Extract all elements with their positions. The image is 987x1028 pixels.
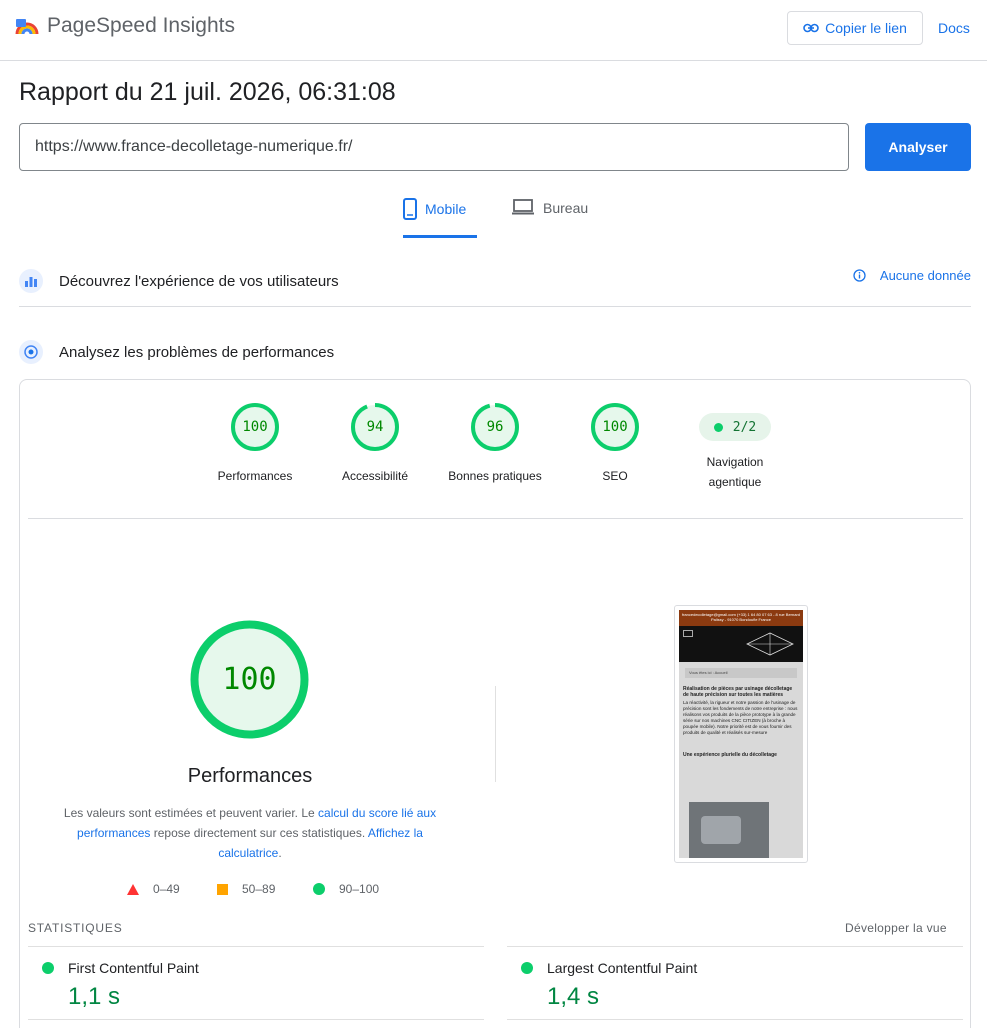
performance-title: Performances (187, 765, 313, 787)
lighthouse-icon (19, 340, 43, 364)
laptop-icon (512, 199, 534, 215)
info-icon (853, 269, 866, 282)
agentic-pill: 2/2 (699, 413, 771, 441)
screenshot-content: Réalisation de pièces par usinage décoll… (679, 678, 803, 758)
tab-mobile[interactable]: Mobile (403, 198, 477, 238)
legend-fail: 0–49 (127, 882, 180, 896)
screenshot-logo-icon (746, 632, 794, 656)
gauge-accessibility-label: Accessibilité (341, 469, 409, 483)
gauge-seo[interactable]: 100 SEO (555, 402, 675, 486)
user-experience-section[interactable]: Découvrez l'expérience de vos utilisateu… (19, 256, 971, 307)
metric-fcp-name: First Contentful Paint (68, 960, 199, 976)
pass-dot-icon (713, 422, 723, 432)
gauge-performance-label: Performances (217, 469, 293, 483)
tab-desktop[interactable]: Bureau (511, 198, 593, 238)
tab-desktop-label: Bureau (543, 200, 589, 216)
legend-average-label: 50–89 (242, 882, 276, 896)
top-bar: PageSpeed Insights Copier le lien Docs (0, 0, 987, 61)
note-text-mid: repose directement sur ces statistiques. (150, 826, 368, 840)
screenshot-contact-bar: francedecolletage@gmail.com (+33) 1 64 8… (679, 610, 803, 626)
crux-icon (19, 269, 43, 293)
metric-fcp: First Contentful Paint 1,1 s (28, 946, 484, 1020)
agentic-label-line1: Navigation (706, 455, 764, 469)
user-experience-title: Découvrez l'expérience de vos utilisateu… (59, 272, 339, 290)
agentic-value: 2/2 (732, 419, 757, 435)
agentic-label: Navigation agentique (675, 452, 795, 492)
screenshot-page: francedecolletage@gmail.com (+33) 1 64 8… (679, 610, 803, 858)
average-square-icon (217, 883, 228, 895)
metric-fcp-value: 1,1 s (68, 983, 121, 1010)
gauge-accessibility-score: 94 (366, 419, 384, 435)
analyze-button[interactable]: Analyser (865, 123, 971, 171)
expand-view-toggle[interactable]: Développer la vue (845, 921, 947, 935)
url-input[interactable] (19, 123, 849, 171)
screenshot-menu-icon (683, 630, 693, 637)
legend-pass-label: 90–100 (339, 882, 380, 896)
no-data-label: Aucune donnée (879, 268, 971, 283)
brand-title[interactable]: PageSpeed Insights (47, 14, 235, 38)
report-title: Rapport du 21 juil. 2026, 06:31:08 (19, 78, 396, 106)
gauge-best-practices-score: 96 (486, 419, 504, 435)
vertical-separator (495, 686, 496, 782)
legend-fail-label: 0–49 (153, 882, 180, 896)
pass-dot-icon (521, 962, 533, 974)
pagespeed-logo-icon[interactable] (14, 14, 40, 40)
note-text-end: . (278, 846, 282, 860)
link-icon (803, 23, 819, 33)
screenshot-body: La réactivité, la rigueur et notre passi… (683, 700, 798, 735)
metric-lcp-value: 1,4 s (547, 983, 600, 1010)
gauge-agentic-navigation[interactable]: 2/2 Navigation agentique (675, 402, 795, 492)
diagnose-title: Analysez les problèmes de performances (59, 343, 335, 361)
gauge-seo-label: SEO (602, 469, 628, 483)
legend-pass: 90–100 (313, 882, 379, 896)
screenshot-heading: Réalisation de pièces par usinage décoll… (683, 686, 793, 698)
performance-note: Les valeurs sont estimées et peuvent var… (60, 803, 440, 863)
final-screenshot[interactable]: francedecolletage@gmail.com (+33) 1 64 8… (674, 605, 808, 863)
screenshot-breadcrumb: Vous êtes ici : Accueil (685, 668, 797, 678)
scores-divider (28, 518, 963, 519)
no-data-status[interactable]: Aucune donnée (853, 268, 971, 283)
gauge-best-practices[interactable]: 96 Bonnes pratiques (435, 402, 555, 486)
legend-average: 50–89 (217, 882, 275, 896)
metric-lcp: Largest Contentful Paint 1,4 s (507, 946, 963, 1020)
gauge-performance-score: 100 (242, 419, 268, 435)
screenshot-subheading: Une expérience plurielle du décolletage (683, 752, 777, 758)
fail-triangle-icon (127, 883, 139, 895)
metric-lcp-name: Largest Contentful Paint (547, 960, 698, 976)
gauge-seo-score: 100 (602, 419, 628, 435)
stats-title: STATISTIQUES (28, 921, 123, 935)
copy-link-label: Copier le lien (825, 20, 907, 36)
screenshot-header (679, 626, 803, 662)
screenshot-machine-image (689, 802, 769, 858)
pass-circle-icon (313, 883, 325, 895)
docs-link[interactable]: Docs (938, 20, 970, 36)
pass-dot-icon (42, 962, 54, 974)
performance-big-score: 100 (222, 662, 277, 697)
copy-link-button[interactable]: Copier le lien (787, 11, 923, 45)
smartphone-icon (403, 198, 417, 220)
diagnose-section[interactable]: Analysez les problèmes de performances (19, 332, 971, 372)
tab-mobile-label: Mobile (425, 201, 467, 217)
note-text-start: Les valeurs sont estimées et peuvent var… (63, 806, 319, 820)
gauge-accessibility[interactable]: 94 Accessibilité (315, 402, 435, 486)
gauge-performance[interactable]: 100 Performances (195, 402, 315, 486)
agentic-label-line2: agentique (708, 475, 762, 489)
gauge-best-practices-label: Bonnes pratiques (448, 469, 542, 483)
